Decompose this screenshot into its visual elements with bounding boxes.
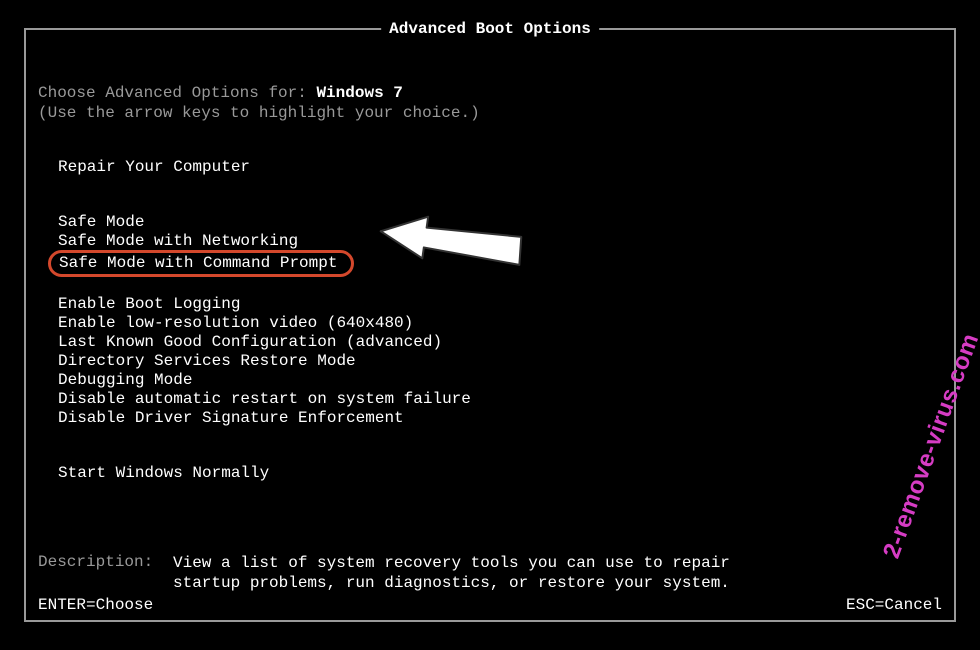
content-area: Choose Advanced Options for: Windows 7 (…	[26, 30, 954, 609]
menu-disable-driver-sig[interactable]: Disable Driver Signature Enforcement	[58, 408, 942, 428]
choose-line: Choose Advanced Options for: Windows 7	[38, 84, 942, 102]
start-section: Start Windows Normally	[38, 463, 942, 483]
menu-boot-logging[interactable]: Enable Boot Logging	[58, 294, 942, 314]
description-text: View a list of system recovery tools you…	[173, 553, 733, 593]
hint-line: (Use the arrow keys to highlight your ch…	[38, 104, 942, 122]
description-box: Description: View a list of system recov…	[38, 553, 942, 593]
highlighted-option: Safe Mode with Command Prompt	[48, 250, 354, 277]
footer-enter: ENTER=Choose	[38, 596, 153, 614]
menu-start-normally[interactable]: Start Windows Normally	[58, 463, 942, 483]
menu-repair[interactable]: Repair Your Computer	[58, 157, 942, 177]
repair-section: Repair Your Computer	[38, 157, 942, 177]
callout-arrow-icon	[370, 211, 530, 271]
description-label: Description:	[38, 553, 173, 593]
footer-line: ENTER=Choose ESC=Cancel	[38, 596, 942, 614]
menu-last-known-good[interactable]: Last Known Good Configuration (advanced)	[58, 332, 942, 352]
menu-ds-restore[interactable]: Directory Services Restore Mode	[58, 351, 942, 371]
menu-disable-restart[interactable]: Disable automatic restart on system fail…	[58, 389, 942, 409]
boot-options-frame: Advanced Boot Options Choose Advanced Op…	[24, 28, 956, 622]
menu-debugging[interactable]: Debugging Mode	[58, 370, 942, 390]
menu-low-res[interactable]: Enable low-resolution video (640x480)	[58, 313, 942, 333]
footer-esc: ESC=Cancel	[846, 596, 942, 614]
choose-prefix: Choose Advanced Options for:	[38, 84, 316, 102]
os-name: Windows 7	[316, 84, 402, 102]
page-title: Advanced Boot Options	[381, 20, 599, 38]
advanced-section: Enable Boot Logging Enable low-resolutio…	[38, 294, 942, 428]
